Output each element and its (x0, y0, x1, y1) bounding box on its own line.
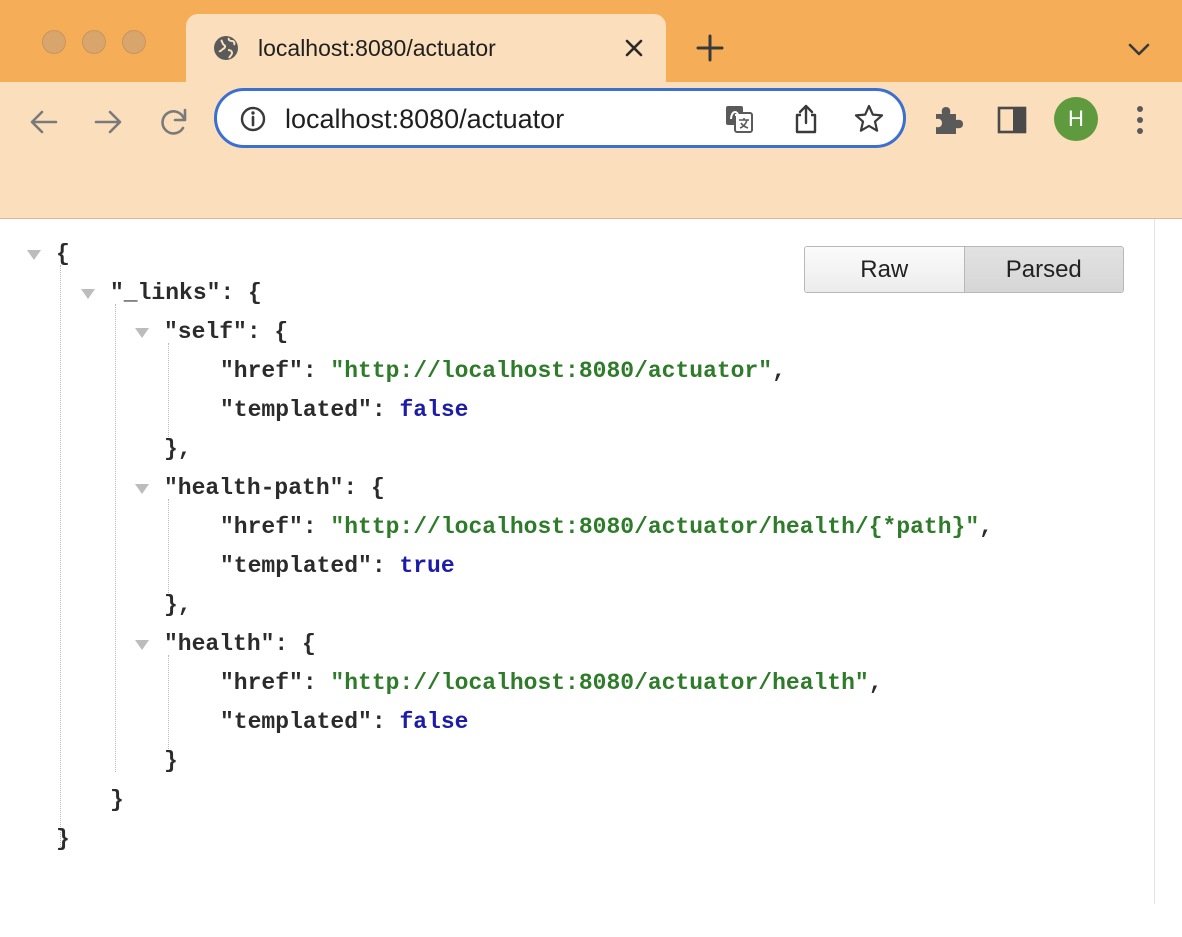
json-key-links: "_links": { (110, 280, 262, 306)
json-line: "href": "http://localhost:8080/actuator"… (220, 358, 786, 384)
json-tree: { "_links": { "self": { "href": "http://… (0, 235, 1150, 859)
address-bar[interactable]: localhost:8080/actuator (214, 88, 906, 148)
globe-icon (214, 36, 238, 60)
json-string-value: "http://localhost:8080/actuator/health/{… (330, 514, 980, 540)
json-key-health: "health": { (164, 631, 316, 657)
collapse-triangle-icon[interactable] (27, 250, 41, 260)
json-bool-value: false (399, 397, 469, 423)
info-icon[interactable] (239, 105, 267, 133)
tab-strip: localhost:8080/actuator (0, 0, 1182, 82)
json-bool-value: false (399, 709, 469, 735)
parsed-button[interactable]: Parsed (964, 247, 1123, 292)
close-icon[interactable] (620, 34, 648, 62)
window-close-button[interactable] (42, 30, 66, 54)
json-string-value: "http://localhost:8080/actuator" (330, 358, 773, 384)
json-bool-value: true (399, 553, 455, 579)
window-zoom-button[interactable] (122, 30, 146, 54)
json-line: }, (164, 592, 192, 618)
kebab-menu-icon[interactable] (1128, 100, 1152, 140)
page-content: { "_links": { "self": { "href": "http://… (0, 219, 1182, 904)
window-minimize-button[interactable] (82, 30, 106, 54)
json-line: "href": "http://localhost:8080/actuator/… (220, 514, 993, 540)
raw-button[interactable]: Raw (805, 247, 965, 292)
chevron-down-icon[interactable] (1124, 36, 1154, 62)
star-icon[interactable] (853, 103, 885, 135)
json-line: "health-path": { (0, 469, 1150, 508)
json-line: "templated": false (220, 397, 469, 423)
new-tab-button[interactable] (694, 32, 726, 64)
scrollbar-track[interactable] (1154, 219, 1155, 904)
address-url[interactable]: localhost:8080/actuator (285, 104, 564, 135)
collapse-triangle-icon[interactable] (135, 640, 149, 650)
json-line: "health": { (0, 625, 1150, 664)
json-key-self: "self": { (164, 319, 289, 345)
json-line: } (110, 787, 124, 813)
json-line: } (56, 826, 70, 852)
collapse-triangle-icon[interactable] (135, 484, 149, 494)
json-line: "href": "http://localhost:8080/actuator/… (220, 670, 883, 696)
json-line: } (164, 748, 178, 774)
json-string-value: "http://localhost:8080/actuator/health" (330, 670, 869, 696)
back-arrow-icon[interactable] (24, 102, 64, 142)
browser-toolbar: localhost:8080/actuator H (0, 82, 1182, 219)
json-line: "templated": false (220, 709, 469, 735)
json-line: "templated": true (220, 553, 455, 579)
json-line: }, (164, 436, 192, 462)
tab-title: localhost:8080/actuator (258, 35, 496, 61)
json-line: "self": { (0, 313, 1150, 352)
collapse-triangle-icon[interactable] (81, 289, 95, 299)
view-mode-toggle: Raw Parsed (804, 246, 1124, 293)
profile-avatar[interactable]: H (1054, 97, 1098, 141)
share-icon[interactable] (791, 103, 821, 135)
side-panel-icon[interactable] (994, 102, 1030, 138)
active-tab[interactable]: localhost:8080/actuator (186, 14, 666, 82)
puzzle-icon[interactable] (928, 100, 968, 140)
forward-arrow-icon[interactable] (88, 102, 128, 142)
collapse-triangle-icon[interactable] (135, 328, 149, 338)
translate-icon[interactable] (723, 103, 755, 135)
reload-icon[interactable] (154, 102, 194, 142)
json-key-health-path: "health-path": { (164, 475, 385, 501)
